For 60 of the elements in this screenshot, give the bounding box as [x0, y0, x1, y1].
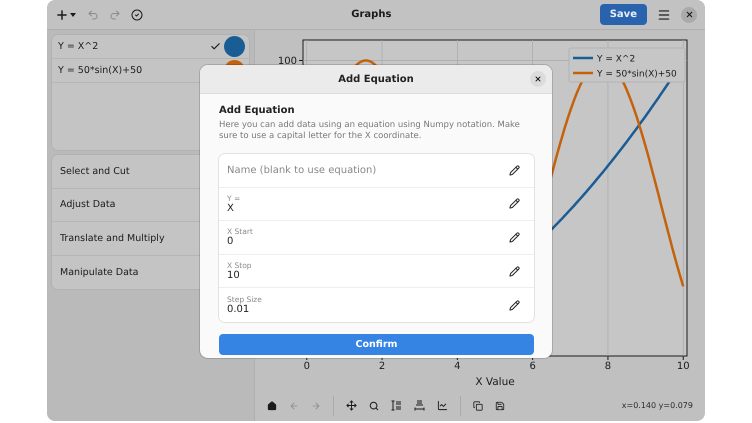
legend-entry: Y = 50*sin(X)+50 — [573, 70, 677, 80]
zoom-button[interactable] — [369, 400, 379, 410]
arrow-right-icon — [311, 400, 321, 410]
edit-icon[interactable] — [509, 198, 520, 210]
scale-y-button[interactable] — [391, 400, 402, 411]
tick-label: 10 — [676, 361, 690, 372]
tick-label: 100 — [278, 56, 297, 67]
tick-label: 2 — [378, 361, 386, 372]
edit-icon[interactable] — [509, 164, 520, 176]
pan-button[interactable] — [346, 400, 357, 411]
tick-label: 4 — [454, 361, 461, 372]
caret-icon — [69, 10, 77, 18]
item-name: Y = X^2 — [58, 41, 100, 52]
x-scale-icon — [414, 400, 425, 411]
description: Here you can add data using an equation using Numpy notation. Make sure to use a capital letter for the X coordinate. — [219, 120, 521, 142]
y-scale-icon — [391, 400, 402, 411]
tick-label: 6 — [529, 361, 536, 372]
save-button[interactable]: Save — [600, 4, 647, 25]
scale-x-button[interactable] — [414, 400, 425, 411]
input-field[interactable]: 0.01 — [227, 304, 276, 316]
chart-button[interactable] — [437, 400, 448, 411]
close-icon — [684, 10, 694, 19]
check-icon — [210, 41, 221, 52]
tick-label: 0 — [304, 361, 310, 372]
close-icon — [534, 75, 542, 83]
edit-icon[interactable] — [509, 300, 520, 311]
copy-button[interactable] — [473, 400, 483, 410]
arrow-left-icon — [289, 400, 299, 410]
axis-label: X Value — [475, 376, 515, 388]
redo-icon — [109, 8, 121, 20]
item-row[interactable]: Y = X^2 — [52, 35, 249, 59]
close-button[interactable] — [530, 71, 546, 87]
edit-icon[interactable] — [509, 266, 520, 277]
select-all-button[interactable] — [131, 8, 143, 20]
line-chart-icon — [437, 400, 448, 411]
close-button[interactable] — [681, 6, 697, 22]
section-heading: Add Equation — [219, 105, 296, 116]
undo-icon — [87, 8, 99, 20]
tick-label: 8 — [604, 361, 612, 372]
save-figure-button[interactable] — [495, 400, 505, 410]
item-name: Y = 50*sin(X)+50 — [58, 65, 144, 76]
menu-icon — [657, 8, 671, 22]
save-icon — [495, 400, 505, 410]
menu-button[interactable] — [657, 8, 671, 22]
color-swatch[interactable] — [224, 36, 245, 57]
confirm-button[interactable]: Confirm — [219, 334, 534, 355]
legend-entry: Y = X^2 — [573, 54, 636, 64]
add-button[interactable] — [55, 8, 77, 22]
dialog-title: Add Equation — [338, 74, 414, 84]
plus-icon — [55, 8, 69, 22]
input-field[interactable]: 10 — [227, 270, 266, 282]
home-button[interactable] — [267, 400, 277, 410]
copy-icon — [473, 400, 483, 410]
cursor-coordinates: x=0.140 y=0.079 — [622, 401, 693, 410]
move-icon — [346, 400, 357, 411]
window-title: Graphs — [350, 9, 392, 20]
home-icon — [267, 400, 277, 410]
edit-icon[interactable] — [509, 232, 520, 243]
search-icon — [369, 400, 379, 410]
check-circle-icon — [131, 8, 143, 20]
